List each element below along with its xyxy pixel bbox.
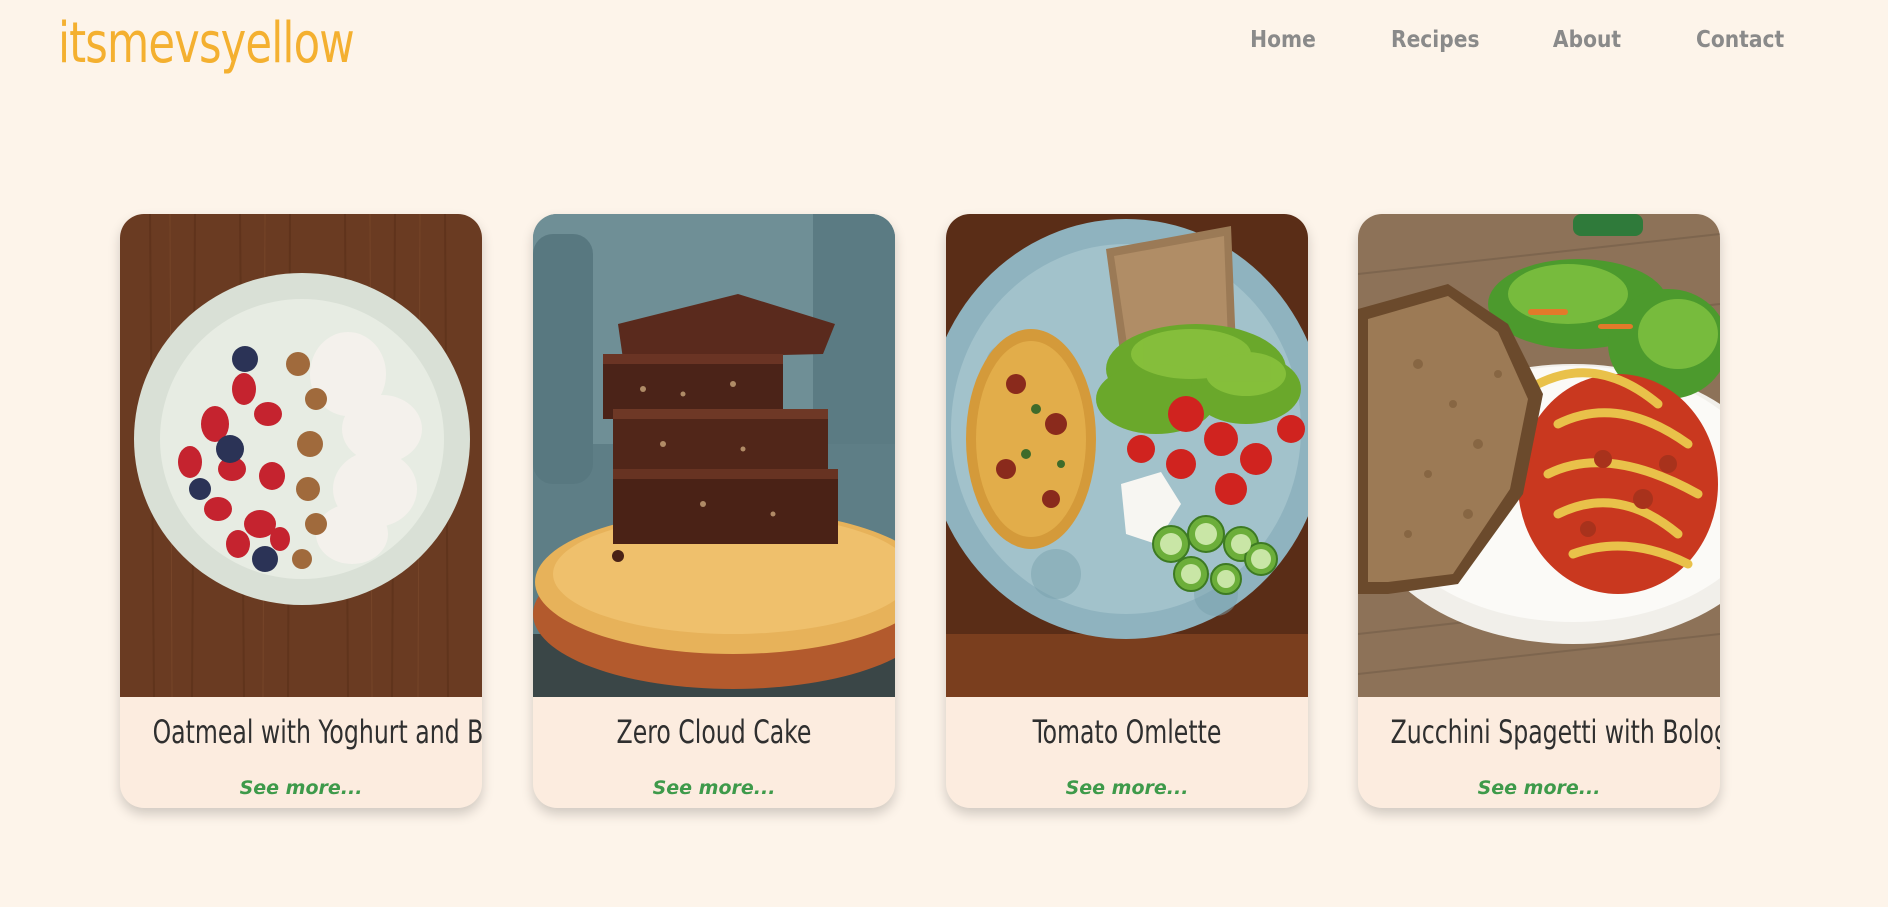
card-title: Oatmeal with Yoghurt and Berries [152, 713, 482, 751]
nav-link-home[interactable]: Home [1248, 22, 1318, 58]
nav-link-about[interactable]: About [1552, 22, 1622, 58]
see-more-link[interactable]: See more... [1358, 775, 1720, 801]
card-title: Zucchini Spagetti with Bolognese [1390, 713, 1720, 751]
recipe-card-tomato-omlette[interactable]: Tomato Omlette See more... [946, 214, 1308, 808]
zucchini-spagetti-photo [1358, 214, 1720, 697]
oatmeal-photo [120, 214, 482, 697]
see-more-link[interactable]: See more... [533, 775, 895, 801]
card-title: Tomato Omlette [1032, 713, 1222, 751]
nav-link-recipes[interactable]: Recipes [1391, 22, 1480, 58]
cake-photo [533, 214, 895, 697]
omlette-photo [946, 214, 1308, 697]
main-nav: Home Recipes About Contact [0, 22, 1888, 58]
recipe-card-zero-cloud-cake[interactable]: Zero Cloud Cake See more... [533, 214, 895, 808]
see-more-link[interactable]: See more... [120, 775, 482, 801]
see-more-link[interactable]: See more... [946, 775, 1308, 801]
card-title: Zero Cloud Cake [616, 713, 812, 751]
nav-link-contact[interactable]: Contact [1696, 22, 1784, 58]
recipe-card-oatmeal[interactable]: Oatmeal with Yoghurt and Berries See mor… [120, 214, 482, 808]
recipe-card-zucchini-spagetti[interactable]: Zucchini Spagetti with Bolognese See mor… [1358, 214, 1720, 808]
